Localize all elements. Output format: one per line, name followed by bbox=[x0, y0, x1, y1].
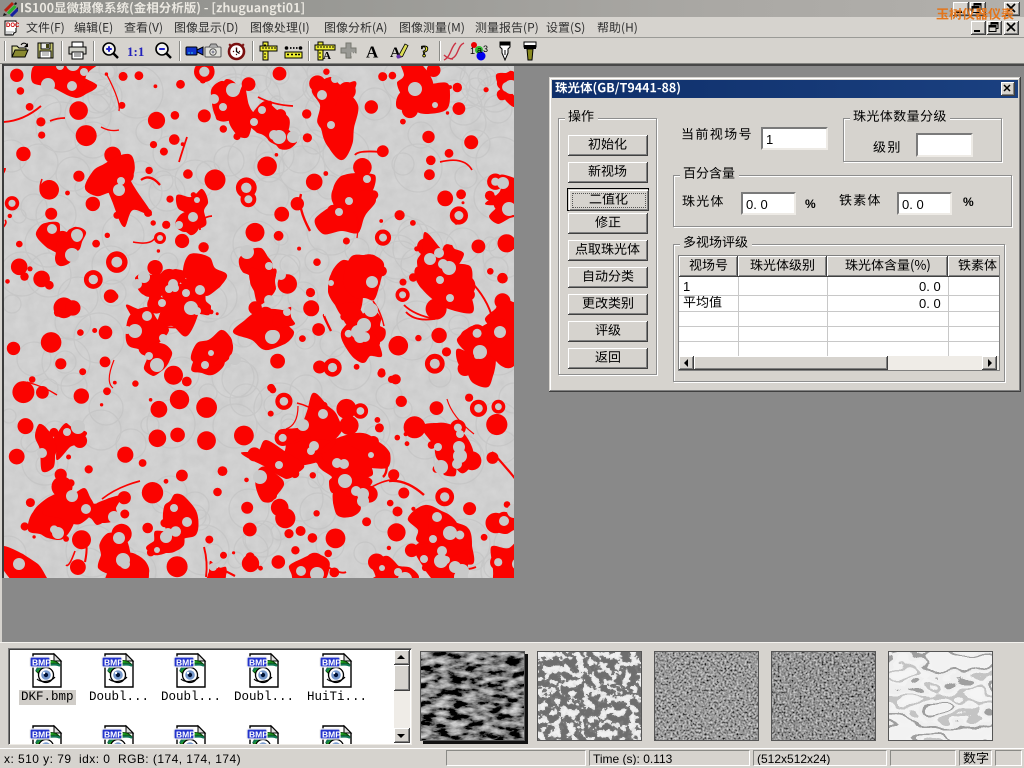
svg-text:BMP: BMP bbox=[176, 658, 195, 668]
svg-text:1: 1 bbox=[470, 46, 475, 56]
svg-text:BMP: BMP bbox=[322, 730, 341, 740]
svg-text:?: ? bbox=[421, 42, 429, 61]
svg-text:A: A bbox=[323, 50, 331, 61]
svg-text:DOC: DOC bbox=[6, 23, 19, 29]
svg-text:a: a bbox=[477, 45, 482, 55]
svg-text:A: A bbox=[390, 45, 401, 61]
svg-text:BMP: BMP bbox=[176, 730, 195, 740]
svg-text:BMP: BMP bbox=[104, 730, 123, 740]
svg-text:BMP: BMP bbox=[32, 658, 51, 668]
svg-text:BMP: BMP bbox=[322, 658, 341, 668]
svg-text:BMP: BMP bbox=[32, 730, 51, 740]
svg-text:3: 3 bbox=[483, 44, 488, 54]
svg-text:BMP: BMP bbox=[104, 658, 123, 668]
svg-text:BMP: BMP bbox=[249, 730, 268, 740]
svg-text:BMP: BMP bbox=[249, 658, 268, 668]
svg-text:1:1: 1:1 bbox=[127, 44, 144, 59]
svg-text:A: A bbox=[366, 43, 379, 62]
